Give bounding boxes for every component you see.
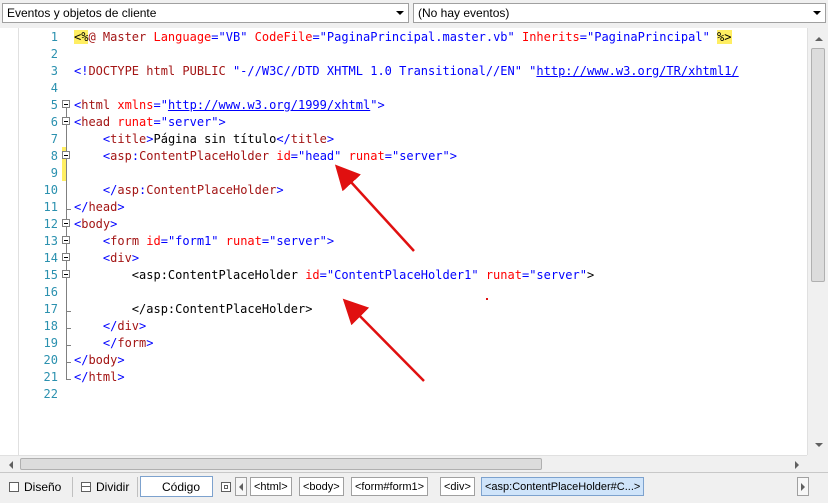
split-view-button[interactable]: Dividir <box>75 476 135 497</box>
vertical-scroll-thumb[interactable] <box>811 48 825 282</box>
breadcrumb-body[interactable]: <body> <box>299 477 344 496</box>
view-bar: Diseño Dividir Código <html> <body> <for… <box>0 472 828 503</box>
events-dropdown-value: (No hay eventos) <box>418 6 510 20</box>
divider <box>137 477 138 497</box>
red-arrow <box>334 164 415 252</box>
code-editor[interactable]: 1 <%@ Master Language="VB" CodeFile="Pagi… <box>0 28 807 455</box>
design-view-button[interactable]: Diseño <box>3 476 67 497</box>
client-objects-dropdown-value: Eventos y objetos de cliente <box>7 6 157 20</box>
scroll-left-icon[interactable] <box>2 456 19 473</box>
code-view-icon <box>221 481 231 492</box>
scroll-down-icon[interactable] <box>810 436 827 453</box>
annotation-arrows <box>334 164 488 382</box>
breadcrumb-html[interactable]: <html> <box>250 477 292 496</box>
events-dropdown[interactable]: (No hay eventos) <box>413 3 826 23</box>
red-arrow <box>342 298 425 382</box>
divider <box>72 477 73 497</box>
horizontal-scrollbar[interactable] <box>0 455 807 473</box>
breadcrumb-div[interactable]: <div> <box>440 477 475 496</box>
horizontal-scroll-thumb[interactable] <box>20 458 542 470</box>
scroll-right-icon[interactable] <box>788 456 805 473</box>
code-view-label: Código <box>162 479 201 494</box>
editor-navigation-bar: Eventos y objetos de cliente (No hay eve… <box>0 0 828 29</box>
design-view-label: Diseño <box>24 479 62 494</box>
scroll-up-icon[interactable] <box>810 30 827 47</box>
chevron-down-icon[interactable] <box>808 4 825 22</box>
breadcrumb-contentplaceholder[interactable]: <asp:ContentPlaceHolder#C...> <box>481 477 645 496</box>
design-view-icon <box>9 481 19 492</box>
vertical-scrollbar[interactable] <box>807 28 828 455</box>
breadcrumb-form[interactable]: <form#form1> <box>351 477 429 496</box>
red-dot <box>486 298 488 300</box>
split-view-label: Dividir <box>96 479 130 494</box>
client-objects-dropdown[interactable]: Eventos y objetos de cliente <box>2 3 409 23</box>
breadcrumb-back-icon[interactable] <box>235 477 247 496</box>
breadcrumb-forward-icon[interactable] <box>797 477 809 496</box>
split-view-icon <box>81 481 91 492</box>
scrollbar-corner <box>807 455 828 472</box>
chevron-down-icon[interactable] <box>391 4 408 22</box>
code-view-button[interactable]: Código <box>140 476 231 497</box>
